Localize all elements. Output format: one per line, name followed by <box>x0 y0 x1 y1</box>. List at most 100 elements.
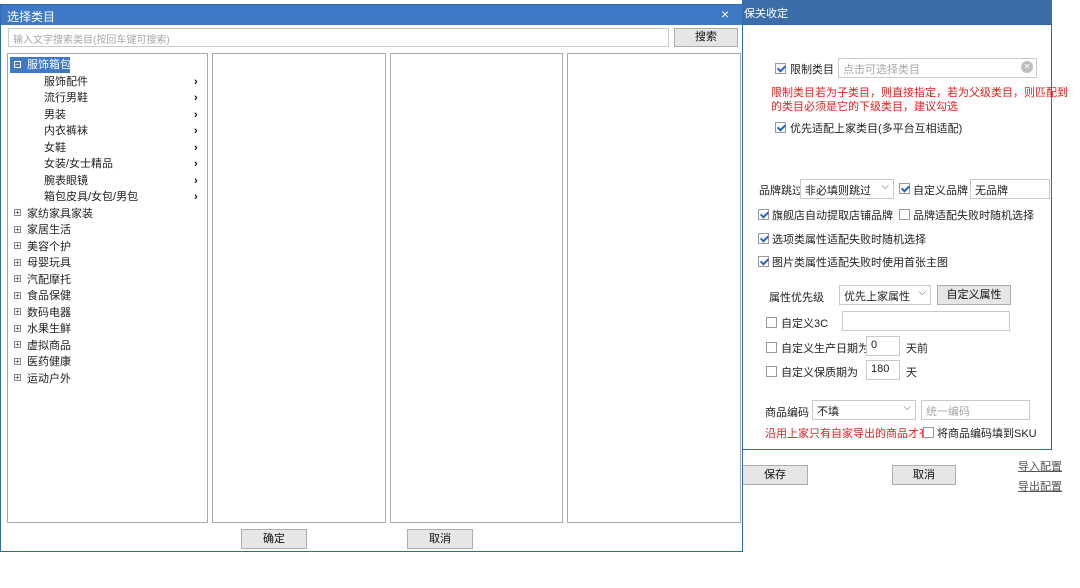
category-tree-pane: − 服饰箱包 服饰配件 › 流行男鞋 › 男装 › 内衣裤袜 › 女鞋 › 女装/女士精品 › 腕表眼镜 › 箱… <box>7 53 208 523</box>
attr-priority-value: 优先上家属性 <box>844 291 910 303</box>
custom-brand-value: 无品牌 <box>975 185 1008 197</box>
limit-category-label: 限制类目 <box>790 64 834 76</box>
tree-category-item[interactable]: − 服饰箱包 <box>10 57 71 73</box>
tree-category-item[interactable]: + 医药健康 <box>10 354 194 370</box>
clear-icon[interactable]: ✕ <box>1021 61 1033 73</box>
prod-date-checkbox[interactable] <box>766 342 777 353</box>
custom-brand-input[interactable]: 无品牌 <box>970 179 1050 199</box>
search-button[interactable]: 搜索 <box>674 28 738 47</box>
dialog-cancel-button[interactable]: 取消 <box>407 529 473 549</box>
expand-icon[interactable]: + <box>14 357 21 365</box>
config-title-partial: 保关收定 <box>744 8 788 20</box>
tree-item-label: 食品保健 <box>27 290 71 302</box>
product-code-select[interactable]: 不填 ⌵ <box>812 400 916 420</box>
tree-category-item[interactable]: + 家居生活 <box>10 222 194 238</box>
brand-skip-select[interactable]: 非必填则跳过 ⌵ <box>800 179 894 199</box>
custom-3c-checkbox[interactable] <box>766 317 777 328</box>
tree-category-item[interactable]: + 汽配摩托 <box>10 272 194 288</box>
brand-random-label: 品牌适配失败时随机选择 <box>913 210 1034 222</box>
brand-random-checkbox[interactable] <box>899 209 910 220</box>
tree-category-item[interactable]: + 美容个护 <box>10 239 194 255</box>
category-select-input[interactable]: 点击可选择类目 ✕ <box>838 58 1037 78</box>
tree-child-item[interactable]: 腕表眼镜 <box>44 173 204 189</box>
custom-attribute-button[interactable]: 自定义属性 <box>937 285 1011 305</box>
tree-category-item[interactable]: + 运动户外 <box>10 371 194 387</box>
collapse-icon[interactable]: − <box>14 60 21 68</box>
tree-item-label: 汽配摩托 <box>27 273 71 286</box>
tree-item-label: 服饰配件 <box>44 75 88 88</box>
prod-date-unit: 天前 <box>906 343 928 355</box>
attr-priority-select[interactable]: 优先上家属性 ⌵ <box>839 285 931 305</box>
shelf-life-checkbox[interactable] <box>766 366 777 377</box>
config-title-bar: 保关收定 <box>742 0 1052 24</box>
config-cancel-button[interactable]: 取消 <box>892 465 956 485</box>
tree-child-item[interactable]: 内衣裤袜 <box>44 123 204 139</box>
tree-child-item[interactable]: 女装/女士精品 <box>44 156 204 172</box>
tree-category-item[interactable]: + 食品保健 <box>10 288 194 304</box>
product-code-value: 不填 <box>817 406 839 418</box>
tree-child-item[interactable]: 女鞋 <box>44 140 204 156</box>
custom-brand-checkbox[interactable] <box>899 183 910 194</box>
unified-code-input[interactable]: 统一编码 <box>921 400 1030 420</box>
tree-child-item[interactable]: 男装 <box>44 107 204 123</box>
prod-date-label: 自定义生产日期为 <box>781 343 869 355</box>
tree-category-item[interactable]: + 家纺家具家装 <box>10 206 194 222</box>
option-random-label: 选项类属性适配失败时随机选择 <box>772 234 926 246</box>
expand-icon[interactable]: + <box>14 291 21 299</box>
expand-icon[interactable]: + <box>14 225 21 233</box>
shelf-life-unit: 天 <box>906 367 917 379</box>
category-placeholder: 点击可选择类目 <box>843 64 920 76</box>
chevron-right-icon: › <box>194 75 198 88</box>
limit-category-checkbox[interactable] <box>775 63 786 74</box>
prod-date-input[interactable]: 0 <box>866 336 900 356</box>
dialog-title-bar: 选择类目 × <box>1 5 742 25</box>
image-first-checkbox[interactable] <box>758 256 769 267</box>
tree-item-label: 男装 <box>44 108 66 121</box>
tree-category-item[interactable]: + 母婴玩具 <box>10 255 194 271</box>
custom-brand-label: 自定义品牌 <box>913 185 968 197</box>
shelf-life-label: 自定义保质期为 <box>781 367 858 379</box>
save-button[interactable]: 保存 <box>742 465 808 485</box>
confirm-button[interactable]: 确定 <box>241 529 307 549</box>
prefer-source-checkbox[interactable] <box>775 122 786 133</box>
tree-child-item[interactable]: 流行男鞋 <box>44 90 204 106</box>
subcategory-pane-2 <box>212 53 386 523</box>
brand-skip-label: 品牌跳过 <box>759 185 803 197</box>
chevron-right-icon: › <box>194 158 198 170</box>
tree-child-item[interactable]: 服饰配件 <box>44 74 204 90</box>
code-to-sku-checkbox[interactable] <box>923 427 934 438</box>
expand-icon[interactable]: + <box>14 341 21 349</box>
expand-icon[interactable]: + <box>14 275 21 283</box>
tree-item-label: 虚拟商品 <box>27 339 71 352</box>
tree-category-item[interactable]: + 虚拟商品 <box>10 338 194 354</box>
option-random-checkbox[interactable] <box>758 233 769 244</box>
tree-item-label: 运动户外 <box>27 372 71 385</box>
tree-category-item[interactable]: + 数码电器 <box>10 305 194 321</box>
expand-icon[interactable]: + <box>14 242 21 250</box>
tree-item-label: 女装/女士精品 <box>44 158 114 170</box>
shelf-life-input[interactable]: 180 <box>866 360 900 380</box>
tree-item-label: 箱包皮具/女包/男包 <box>44 191 139 203</box>
tree-item-label: 女鞋 <box>44 141 66 154</box>
expand-icon[interactable]: + <box>14 258 21 266</box>
tree-item-label: 腕表眼镜 <box>44 174 88 187</box>
flagship-checkbox[interactable] <box>758 209 769 220</box>
search-placeholder: 输入文字搜索类目(按回车键可搜索) <box>13 35 170 46</box>
shelf-life-value: 180 <box>871 363 890 375</box>
expand-icon[interactable]: + <box>14 308 21 316</box>
category-search-input[interactable]: 输入文字搜索类目(按回车键可搜索) <box>8 28 669 47</box>
tree-child-item[interactable]: 箱包皮具/女包/男包 <box>44 189 204 205</box>
expand-icon[interactable]: + <box>14 209 21 217</box>
custom-3c-input[interactable] <box>842 311 1010 331</box>
flagship-label: 旗舰店自动提取店铺品牌 <box>772 210 893 222</box>
chevron-down-icon: ⌵ <box>903 402 911 413</box>
expand-icon[interactable]: + <box>14 324 21 332</box>
import-config-link[interactable]: 导入配置 <box>1018 458 1062 474</box>
export-config-link[interactable]: 导出配置 <box>1018 478 1062 494</box>
chevron-right-icon: › <box>194 92 198 104</box>
dialog-title: 选择类目 <box>7 10 56 24</box>
subcategory-pane-3 <box>390 53 563 523</box>
close-icon[interactable]: × <box>721 6 729 22</box>
tree-category-item[interactable]: + 水果生鲜 <box>10 321 194 337</box>
expand-icon[interactable]: + <box>14 374 21 382</box>
